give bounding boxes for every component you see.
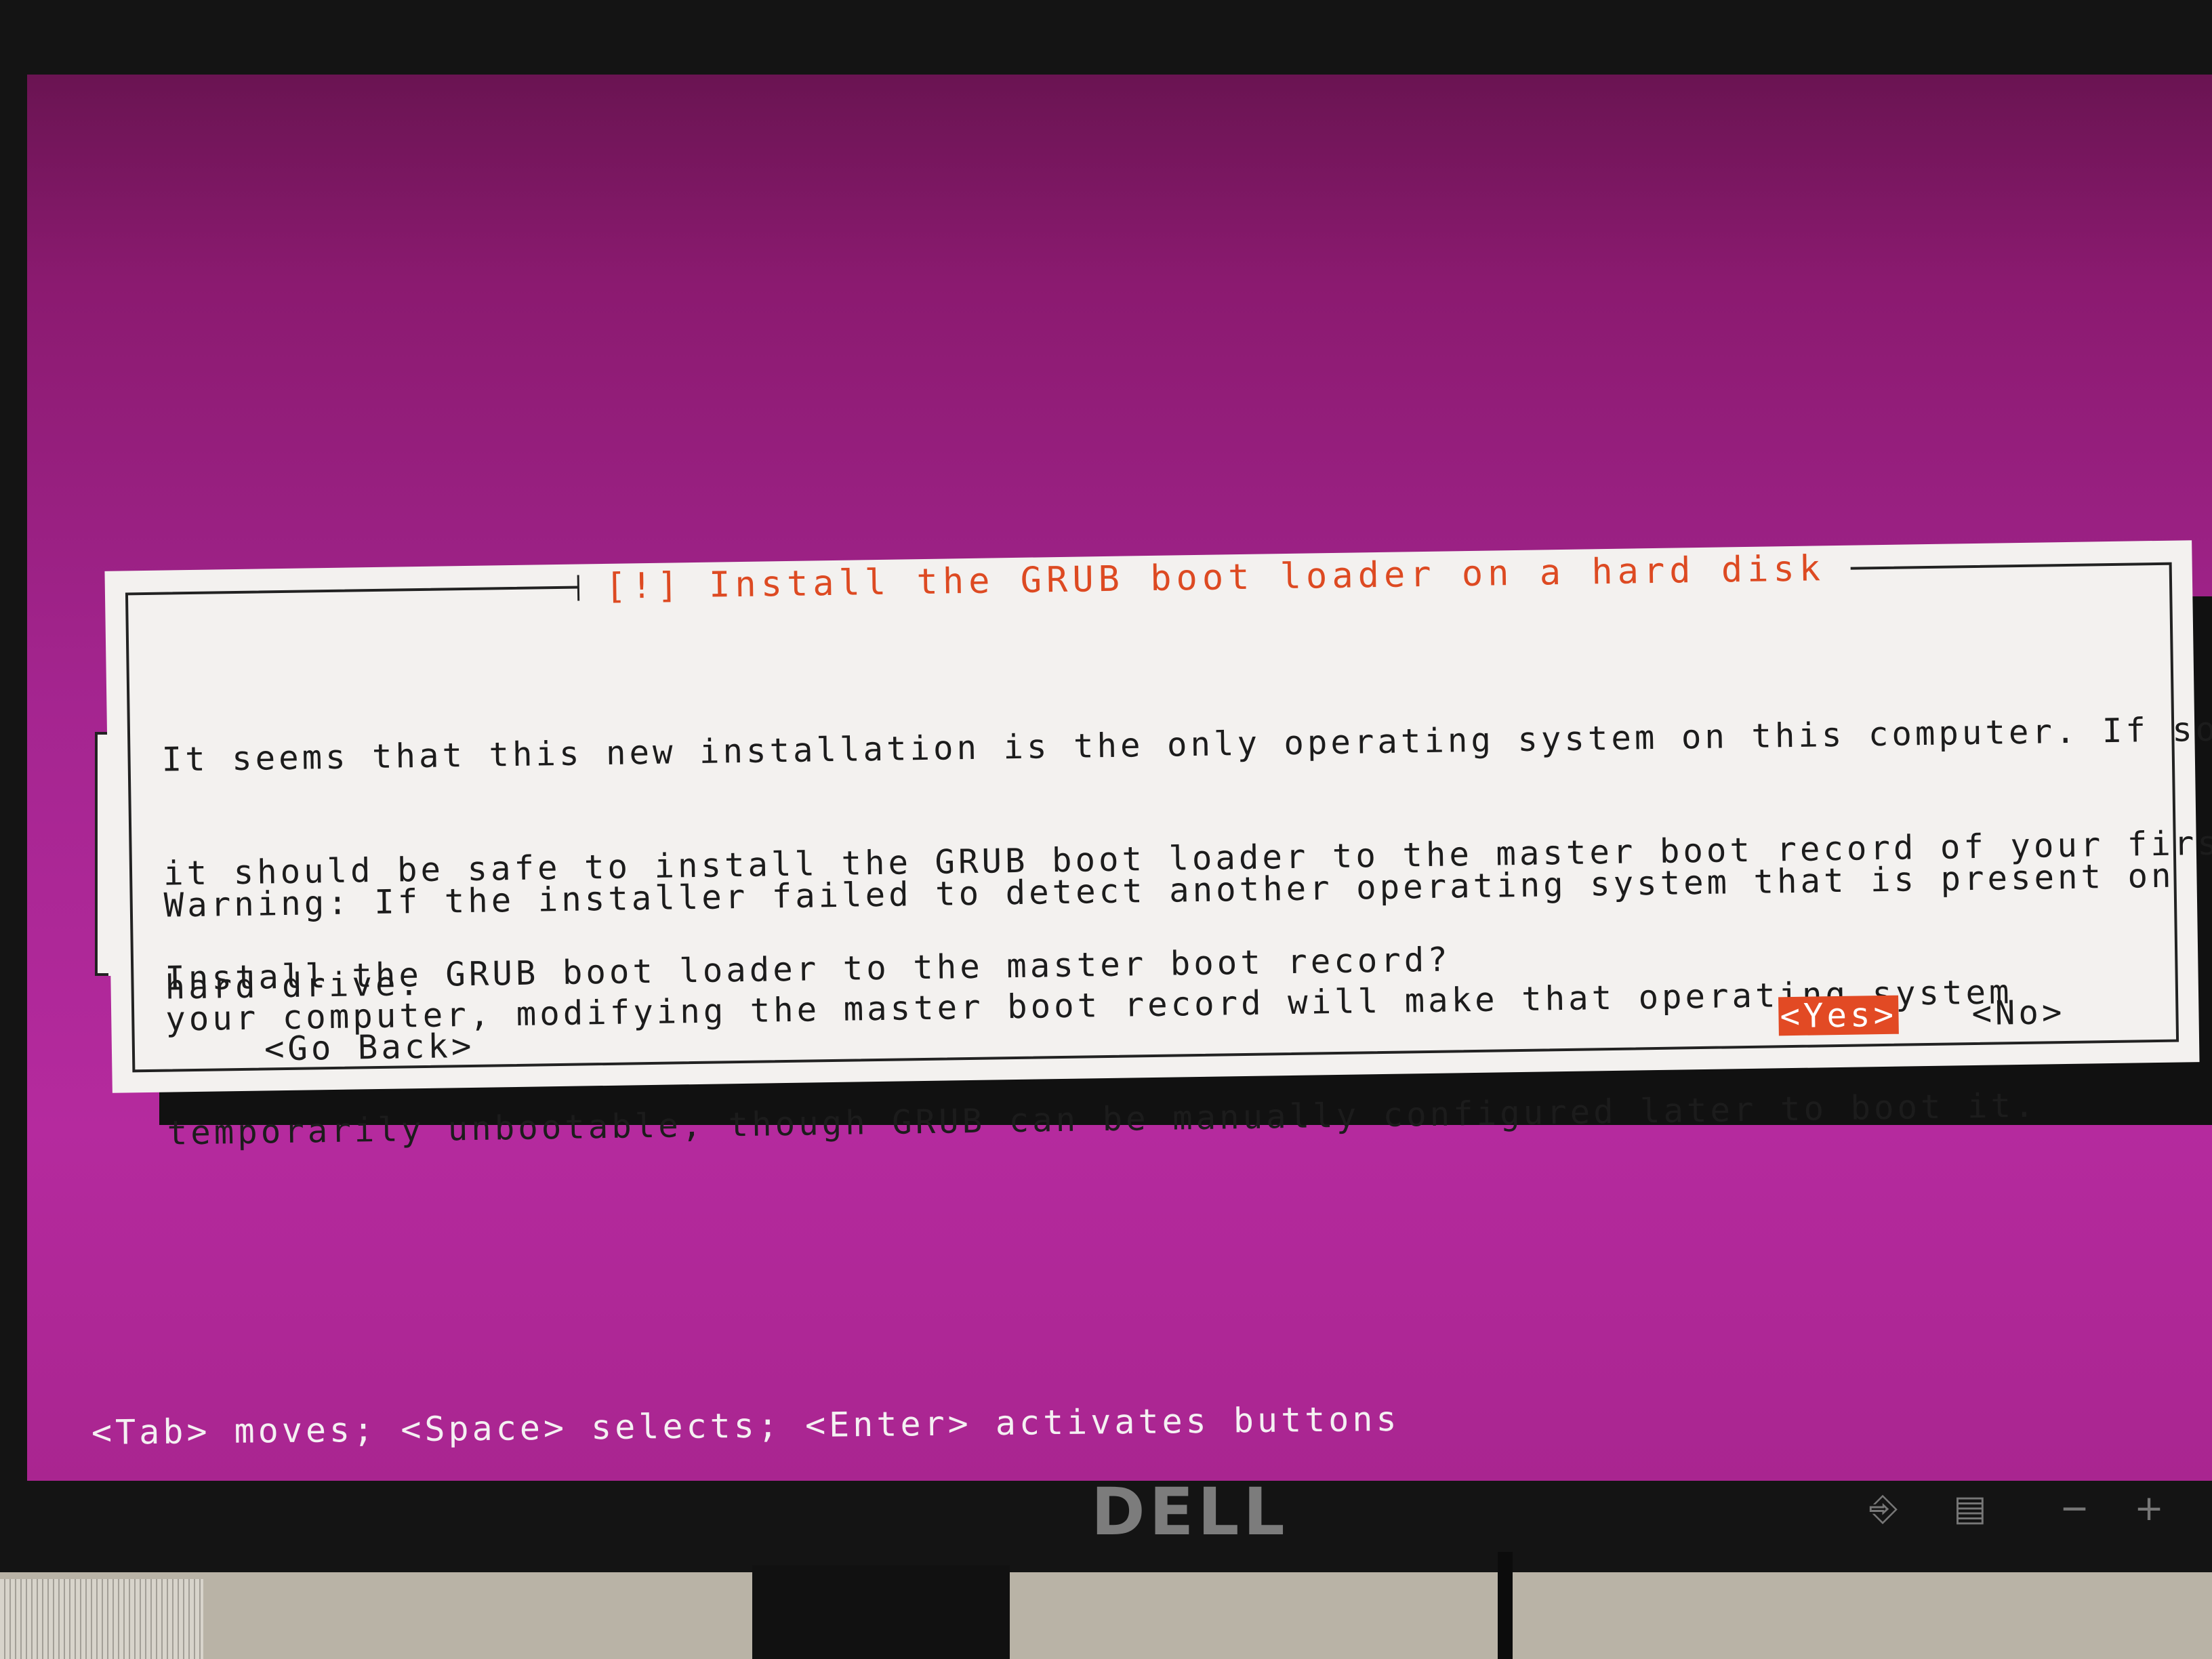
monitor-stand xyxy=(752,1565,1010,1659)
dell-logo: DELL xyxy=(1091,1474,1289,1550)
keyboard-help-line: <Tab> moves; <Space> selects; <Enter> ac… xyxy=(91,1399,1400,1452)
monitor-cable xyxy=(1498,1552,1513,1659)
intro-line: It seems that this new installation is t… xyxy=(161,710,2212,779)
grub-install-dialog: [!] Install the GRUB boot loader on a ha… xyxy=(104,540,2212,1153)
go-back-button[interactable]: <Go Back> xyxy=(264,1027,475,1069)
warning-line: Warning: If the installer failed to dete… xyxy=(163,856,2175,925)
plus-icon[interactable]: + xyxy=(2128,1488,2170,1530)
installer-screen: [!] Install the GRUB boot loader on a ha… xyxy=(27,75,2212,1481)
warning-line: temporarily unbootable, though GRUB can … xyxy=(167,1086,2038,1153)
input-source-icon[interactable]: ⎆ xyxy=(1862,1488,1904,1530)
desk-papers xyxy=(0,1579,203,1659)
minus-icon[interactable]: − xyxy=(2053,1488,2095,1530)
no-button[interactable]: <No> xyxy=(1971,993,2066,1033)
menu-icon[interactable]: ▤ xyxy=(1949,1488,1991,1530)
yes-button[interactable]: <Yes> xyxy=(1778,995,1899,1036)
